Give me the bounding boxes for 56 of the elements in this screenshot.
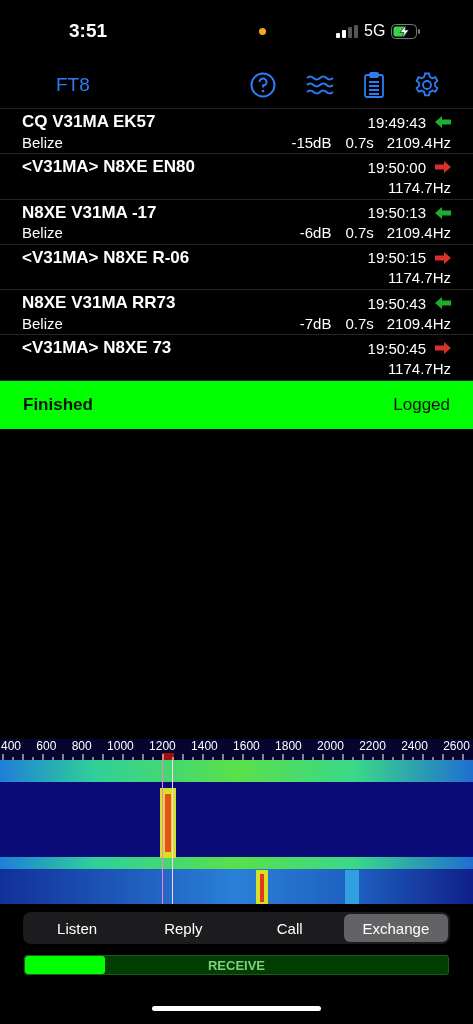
frequency-value: 1174.7Hz <box>387 360 451 377</box>
message-time: 19:50:45 <box>367 340 426 357</box>
frequency-value: 2109.4Hz <box>386 314 451 332</box>
frequency-label: 1800 <box>275 739 302 753</box>
frequency-label: 400 <box>1 739 22 753</box>
mode-tab[interactable]: Reply <box>131 914 236 942</box>
message-text: N8XE V31MA -17 <box>22 202 158 223</box>
help-icon[interactable] <box>250 72 276 98</box>
frequency-label: 2400 <box>401 739 428 753</box>
mode-tab[interactable]: Listen <box>25 914 130 942</box>
battery-charging-icon <box>391 23 422 39</box>
snr-value: -15dB <box>291 133 332 151</box>
mode-title: FT8 <box>56 74 90 96</box>
message-text: N8XE V31MA RR73 <box>22 293 177 314</box>
time-offset: 0.7s <box>345 224 374 242</box>
privacy-dot-icon <box>259 27 266 35</box>
signal-icon <box>336 24 358 38</box>
message-time: 19:50:43 <box>367 294 426 312</box>
frequency-value: 1174.7Hz <box>387 269 451 287</box>
message-time: 19:50:13 <box>367 204 426 222</box>
frequency-value: 1174.7Hz <box>387 178 451 196</box>
message-time: 19:50:00 <box>367 158 426 176</box>
country-label: Belize <box>22 224 63 242</box>
message-text: <V31MA> N8XE 73 <box>22 338 173 359</box>
frequency-label: 2200 <box>359 739 386 753</box>
frequency-value: 2109.4Hz <box>386 133 451 151</box>
waves-icon[interactable] <box>306 74 334 96</box>
message-time: 19:50:15 <box>367 249 426 267</box>
frequency-label: 2000 <box>317 739 344 753</box>
mode-tab[interactable]: Call <box>237 914 342 942</box>
country-label: Belize <box>22 314 63 332</box>
snr-value: -7dB <box>299 314 332 332</box>
status-time: 3:51 <box>69 20 109 42</box>
progress-label: RECEIVE <box>207 957 266 973</box>
banner-logged: Logged <box>393 394 450 415</box>
frequency-label: 1400 <box>191 739 218 753</box>
frequency-label: 2600 <box>443 739 470 753</box>
message-time: 19:49:43 <box>367 113 426 131</box>
frequency-value: 2109.4Hz <box>386 224 451 242</box>
time-offset: 0.7s <box>345 133 374 151</box>
frequency-label: 600 <box>36 739 57 753</box>
frequency-label: 1200 <box>149 739 176 753</box>
message-text: <V31MA> N8XE EN80 <box>22 157 196 178</box>
country-label: Belize <box>22 133 63 151</box>
message-text: <V31MA> N8XE R-06 <box>22 247 191 268</box>
snr-value: -6dB <box>299 224 332 242</box>
clipboard-icon[interactable] <box>364 72 384 98</box>
message-text: CQ V31MA EK57 <box>22 112 157 132</box>
frequency-label: 800 <box>71 739 92 753</box>
mode-tab[interactable]: Exchange <box>343 914 448 942</box>
time-offset: 0.7s <box>345 314 374 332</box>
settings-icon[interactable] <box>414 72 440 98</box>
network-label: 5G <box>364 22 386 40</box>
frequency-label: 1000 <box>107 739 134 753</box>
banner-status: Finished <box>23 394 93 415</box>
frequency-label: 1600 <box>233 739 260 753</box>
